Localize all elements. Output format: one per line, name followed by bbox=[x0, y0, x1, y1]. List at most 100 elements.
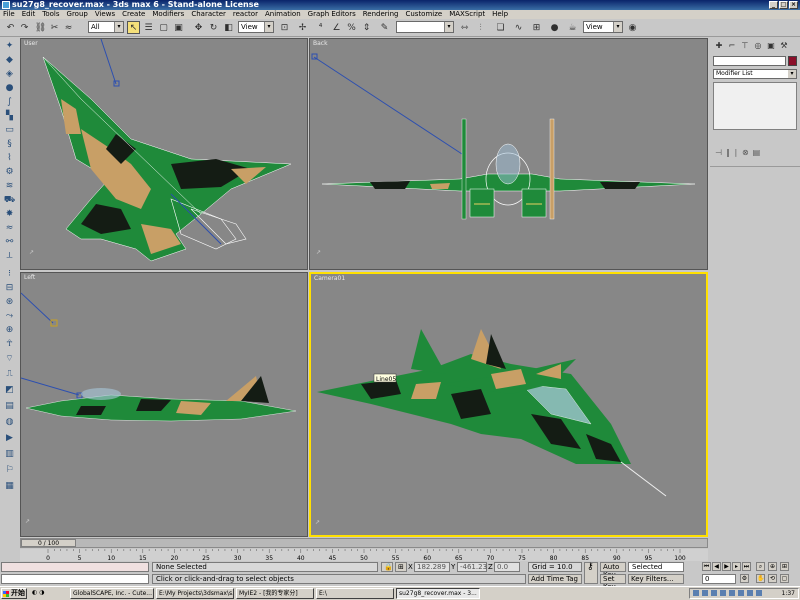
time-slider[interactable]: 0 / 100 bbox=[20, 538, 708, 548]
layer-manager-icon[interactable]: ❏ bbox=[494, 21, 507, 34]
object-color-swatch[interactable] bbox=[788, 56, 797, 66]
modifier-stack[interactable] bbox=[713, 82, 797, 130]
y-coordinate-field[interactable]: -461.23 bbox=[457, 562, 487, 572]
absolute-mode-icon[interactable]: ⊞ bbox=[395, 562, 407, 572]
fracture-icon[interactable]: ✸ bbox=[3, 208, 16, 220]
viewport-user[interactable]: User ↗ bbox=[20, 38, 308, 270]
align-icon[interactable]: ⫶ bbox=[474, 21, 487, 34]
previous-frame-icon[interactable]: ◀ bbox=[712, 562, 721, 571]
linear-dashpot-icon[interactable]: ⎍ bbox=[3, 368, 16, 380]
utilities-tab-icon[interactable]: ⚒ bbox=[778, 41, 790, 51]
world-icon[interactable]: ◍ bbox=[3, 416, 16, 428]
tray-icons[interactable] bbox=[693, 590, 762, 596]
cloth-icon[interactable]: ◈ bbox=[3, 68, 16, 80]
menu-edit[interactable]: Edit bbox=[22, 10, 36, 19]
schematic-view-icon[interactable]: ⊞ bbox=[530, 21, 543, 34]
constraint-icon[interactable]: ⚯ bbox=[3, 236, 16, 248]
z-coordinate-field[interactable]: 0.0 bbox=[494, 562, 520, 572]
show-end-result-icon[interactable]: ‖ bbox=[726, 148, 730, 160]
preview-animation-icon[interactable]: ▶ bbox=[3, 432, 16, 444]
remove-modifier-icon[interactable]: ⊗ bbox=[742, 148, 749, 160]
reference-coordinate-dropdown[interactable]: View ▾ bbox=[238, 21, 274, 33]
menu-reactor[interactable]: reactor bbox=[233, 10, 258, 19]
arc-rotate-icon[interactable]: ⟲ bbox=[768, 574, 777, 583]
minimize-button[interactable]: _ bbox=[769, 1, 778, 9]
render-type-dropdown[interactable]: View ▾ bbox=[583, 21, 623, 33]
dashpot-icon[interactable]: ⌇ bbox=[3, 152, 16, 164]
motor-icon[interactable]: ⚙ bbox=[3, 166, 16, 178]
quick-launch-icons[interactable]: ◐ ◑ bbox=[30, 588, 48, 599]
menu-customize[interactable]: Customize bbox=[405, 10, 442, 19]
wind-icon[interactable]: ≋ bbox=[3, 180, 16, 192]
create-tab-icon[interactable]: ✚ bbox=[713, 41, 725, 51]
menu-maxscript[interactable]: MAXScript bbox=[449, 10, 485, 19]
soft-body-icon[interactable]: ● bbox=[3, 82, 16, 94]
ragdoll-icon[interactable]: ☥ bbox=[3, 338, 16, 350]
taskbar-item-3dsmax[interactable]: su27g8_recover.max - 3... bbox=[396, 588, 480, 599]
select-by-name-icon[interactable]: ☰ bbox=[142, 21, 155, 34]
zoom-all-icon[interactable]: ⊕ bbox=[768, 562, 777, 571]
taskbar-item-drive-e[interactable]: E:\ bbox=[316, 588, 394, 599]
plane-icon[interactable]: ▭ bbox=[3, 124, 16, 136]
make-unique-icon[interactable]: ∣ bbox=[734, 148, 738, 160]
toy-car-icon[interactable]: ⛟ bbox=[3, 194, 16, 206]
viewport-left[interactable]: Left ↗ bbox=[20, 272, 308, 537]
point-to-point-icon[interactable]: ⁝ bbox=[3, 268, 16, 280]
zoom-viewport-icon[interactable]: ⌕ bbox=[756, 562, 765, 571]
undo-icon[interactable]: ↶ bbox=[4, 21, 17, 34]
percent-snap-icon[interactable]: % bbox=[345, 21, 358, 34]
play-icon[interactable]: ▶ bbox=[722, 562, 731, 571]
render-scene-icon[interactable]: ☕ bbox=[566, 21, 579, 34]
redo-icon[interactable]: ↷ bbox=[18, 21, 31, 34]
select-and-rotate-icon[interactable]: ↻ bbox=[207, 21, 220, 34]
curve-editor-icon[interactable]: ∿ bbox=[512, 21, 525, 34]
mirror-icon[interactable]: ⇿ bbox=[458, 21, 471, 34]
menu-graph-editors[interactable]: Graph Editors bbox=[308, 10, 356, 19]
maximize-button[interactable]: □ bbox=[779, 1, 788, 9]
close-button[interactable]: × bbox=[789, 1, 798, 9]
select-and-move-icon[interactable]: ✥ bbox=[192, 21, 205, 34]
select-object-icon[interactable]: ↖ bbox=[127, 21, 140, 34]
menu-rendering[interactable]: Rendering bbox=[363, 10, 399, 19]
modify-tab-icon[interactable]: ⌐ bbox=[726, 41, 738, 51]
region-select-icon[interactable]: ▢ bbox=[157, 21, 170, 34]
bind-space-warp-icon[interactable]: ≈ bbox=[62, 21, 75, 34]
motion-tab-icon[interactable]: ◎ bbox=[752, 41, 764, 51]
time-slider-thumb[interactable]: 0 / 100 bbox=[21, 539, 76, 547]
track-bar[interactable]: 0 5 10 15 20 25 30 35 40 45 50 55 60 65 70 75 80 85 90 95 10… bbox=[20, 549, 708, 561]
property-editor-icon[interactable]: ▦ bbox=[3, 480, 16, 492]
menu-animation[interactable]: Animation bbox=[265, 10, 301, 19]
quick-render-icon[interactable]: ◉ bbox=[626, 21, 639, 34]
add-time-tag-button[interactable]: Add Time Tag bbox=[528, 574, 582, 584]
menu-group[interactable]: Group bbox=[67, 10, 88, 19]
display-tab-icon[interactable]: ▣ bbox=[765, 41, 777, 51]
set-key-button[interactable]: Set Key bbox=[600, 574, 626, 591]
key-mode-dropdown[interactable]: Selected bbox=[628, 562, 684, 572]
analyze-world-icon[interactable]: ⚐ bbox=[3, 464, 16, 476]
menu-character[interactable]: Character bbox=[191, 10, 226, 19]
hierarchy-tab-icon[interactable]: ⊤ bbox=[739, 41, 751, 51]
taskbar-item-myie2[interactable]: MyIE2 - [我的专家分] bbox=[236, 588, 314, 599]
angular-dashpot-icon[interactable]: ⌔ bbox=[3, 352, 16, 364]
named-selection-icon[interactable]: ✎ bbox=[378, 21, 391, 34]
start-button[interactable]: 开始 bbox=[1, 588, 27, 599]
prismatic-icon[interactable]: ⊟ bbox=[3, 282, 16, 294]
angle-snap-icon[interactable]: ∠ bbox=[330, 21, 343, 34]
water-icon[interactable]: ≈ bbox=[3, 222, 16, 234]
manipulate-icon[interactable]: ✢ bbox=[296, 21, 309, 34]
menu-views[interactable]: Views bbox=[95, 10, 115, 19]
display-icon[interactable]: ▤ bbox=[3, 400, 16, 412]
viewport-back[interactable]: Back ↗ bbox=[309, 38, 708, 270]
selection-filter-dropdown[interactable]: All ▾ bbox=[88, 21, 124, 33]
spring-icon[interactable]: § bbox=[3, 138, 16, 150]
fracture-object-icon[interactable]: ◩ bbox=[3, 384, 16, 396]
taskbar-item-projects[interactable]: E:\My Projects\3dsmax\s... bbox=[156, 588, 234, 599]
unlink-icon[interactable]: ✂ bbox=[48, 21, 61, 34]
time-config-icon[interactable]: ⚙ bbox=[740, 574, 749, 583]
zoom-extents-icon[interactable]: ⊞ bbox=[780, 562, 789, 571]
object-name-field[interactable] bbox=[713, 56, 786, 66]
menu-help[interactable]: Help bbox=[492, 10, 508, 19]
point-to-path-icon[interactable]: ⤳ bbox=[3, 310, 16, 322]
lock-selection-icon[interactable]: 🔒 bbox=[381, 562, 393, 572]
material-editor-icon[interactable]: ● bbox=[548, 21, 561, 34]
